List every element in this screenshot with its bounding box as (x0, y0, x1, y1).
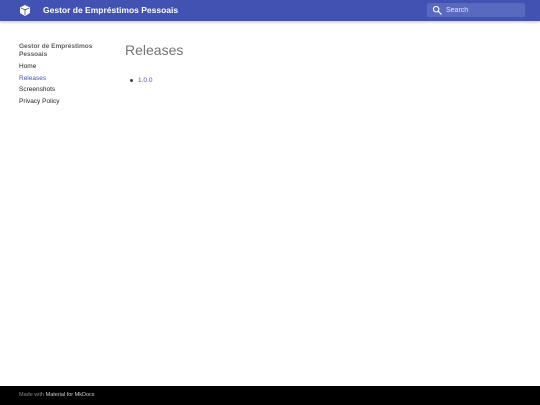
sidebar-item-privacy-policy[interactable]: Privacy Policy (19, 98, 109, 106)
footer-mkdocs-link[interactable]: Material for MkDocs (46, 392, 95, 398)
release-link[interactable]: 1.0.0 (138, 77, 152, 84)
search-icon (432, 5, 442, 15)
site-title[interactable]: Gestor de Empréstimos Pessoais (43, 5, 178, 16)
search-input[interactable] (446, 3, 522, 17)
bullet-icon (130, 79, 133, 82)
footer-made-with: Made with (19, 392, 45, 398)
footer: Made with Material for MkDocs (0, 386, 540, 405)
sidebar-title: Gestor de Empréstimos Pessoais (19, 43, 93, 58)
search-box[interactable] (427, 3, 525, 17)
header: Gestor de Empréstimos Pessoais (0, 0, 540, 21)
page-title: Releases (125, 42, 184, 58)
footer-credit: Made with Material for MkDocs (19, 392, 95, 399)
book-icon[interactable] (19, 5, 31, 16)
release-list: 1.0.0 (130, 76, 152, 85)
sidebar-nav: Gestor de Empréstimos Pessoais Home Rele… (19, 43, 109, 109)
sidebar-item-home[interactable]: Home (19, 63, 109, 71)
sidebar-item-releases[interactable]: Releases (19, 75, 109, 83)
sidebar-item-screenshots[interactable]: Screenshots (19, 86, 109, 94)
list-item: 1.0.0 (130, 76, 152, 85)
